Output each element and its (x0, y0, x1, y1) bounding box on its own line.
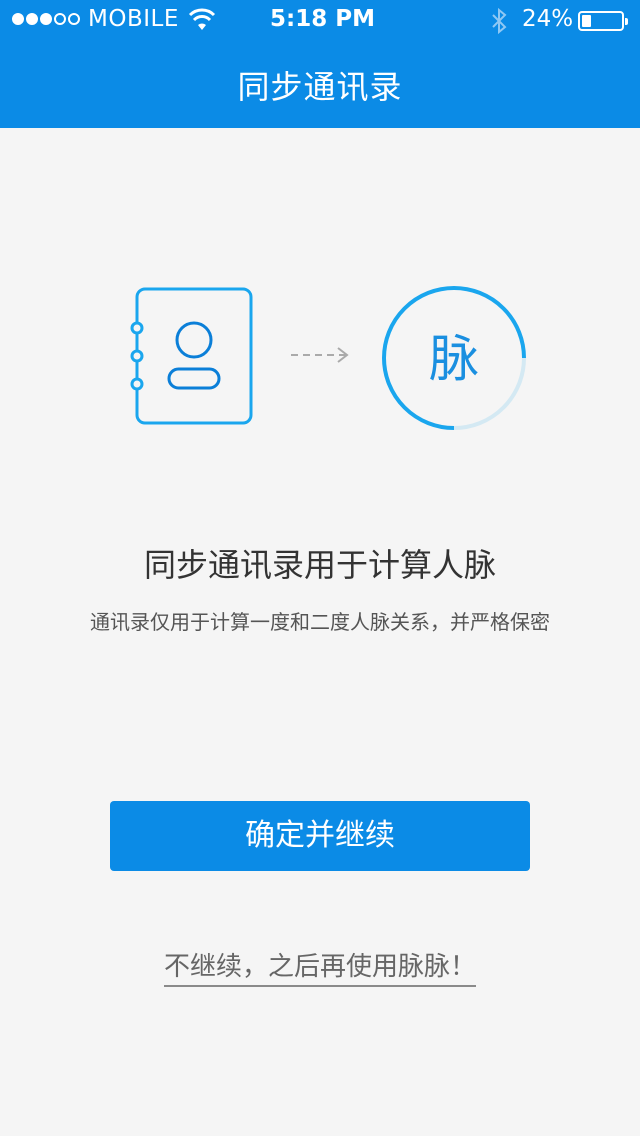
wifi-icon (188, 8, 216, 30)
maimai-logo-icon: 脉 (382, 286, 526, 430)
header: MOBILE 5:18 PM 24% 同步通讯录 (0, 0, 640, 128)
status-bar: MOBILE 5:18 PM 24% (0, 0, 640, 40)
sync-illustration: 脉 (130, 286, 526, 430)
battery-percent: 24% (522, 6, 574, 32)
contacts-book-icon (130, 287, 253, 425)
signal-dots-icon (12, 13, 80, 25)
bluetooth-icon (492, 8, 507, 34)
privacy-note: 通讯录仅用于计算一度和二度人脉关系，并严格保密 (90, 610, 550, 634)
battery-icon (578, 11, 628, 31)
sync-contacts-screen: MOBILE 5:18 PM 24% 同步通讯录 脉 同步通讯录用于计算人脉 通… (0, 0, 640, 1136)
page-title: 同步通讯录 (237, 68, 403, 106)
arrow-right-icon (291, 347, 349, 363)
logo-char: 脉 (429, 330, 479, 388)
headline: 同步通讯录用于计算人脉 (143, 546, 496, 584)
skip-link[interactable]: 不继续，之后再使用脉脉！ (164, 946, 476, 987)
carrier-name: MOBILE (88, 6, 179, 32)
confirm-continue-button[interactable]: 确定并继续 (110, 801, 530, 871)
status-time: 5:18 PM (270, 6, 375, 32)
